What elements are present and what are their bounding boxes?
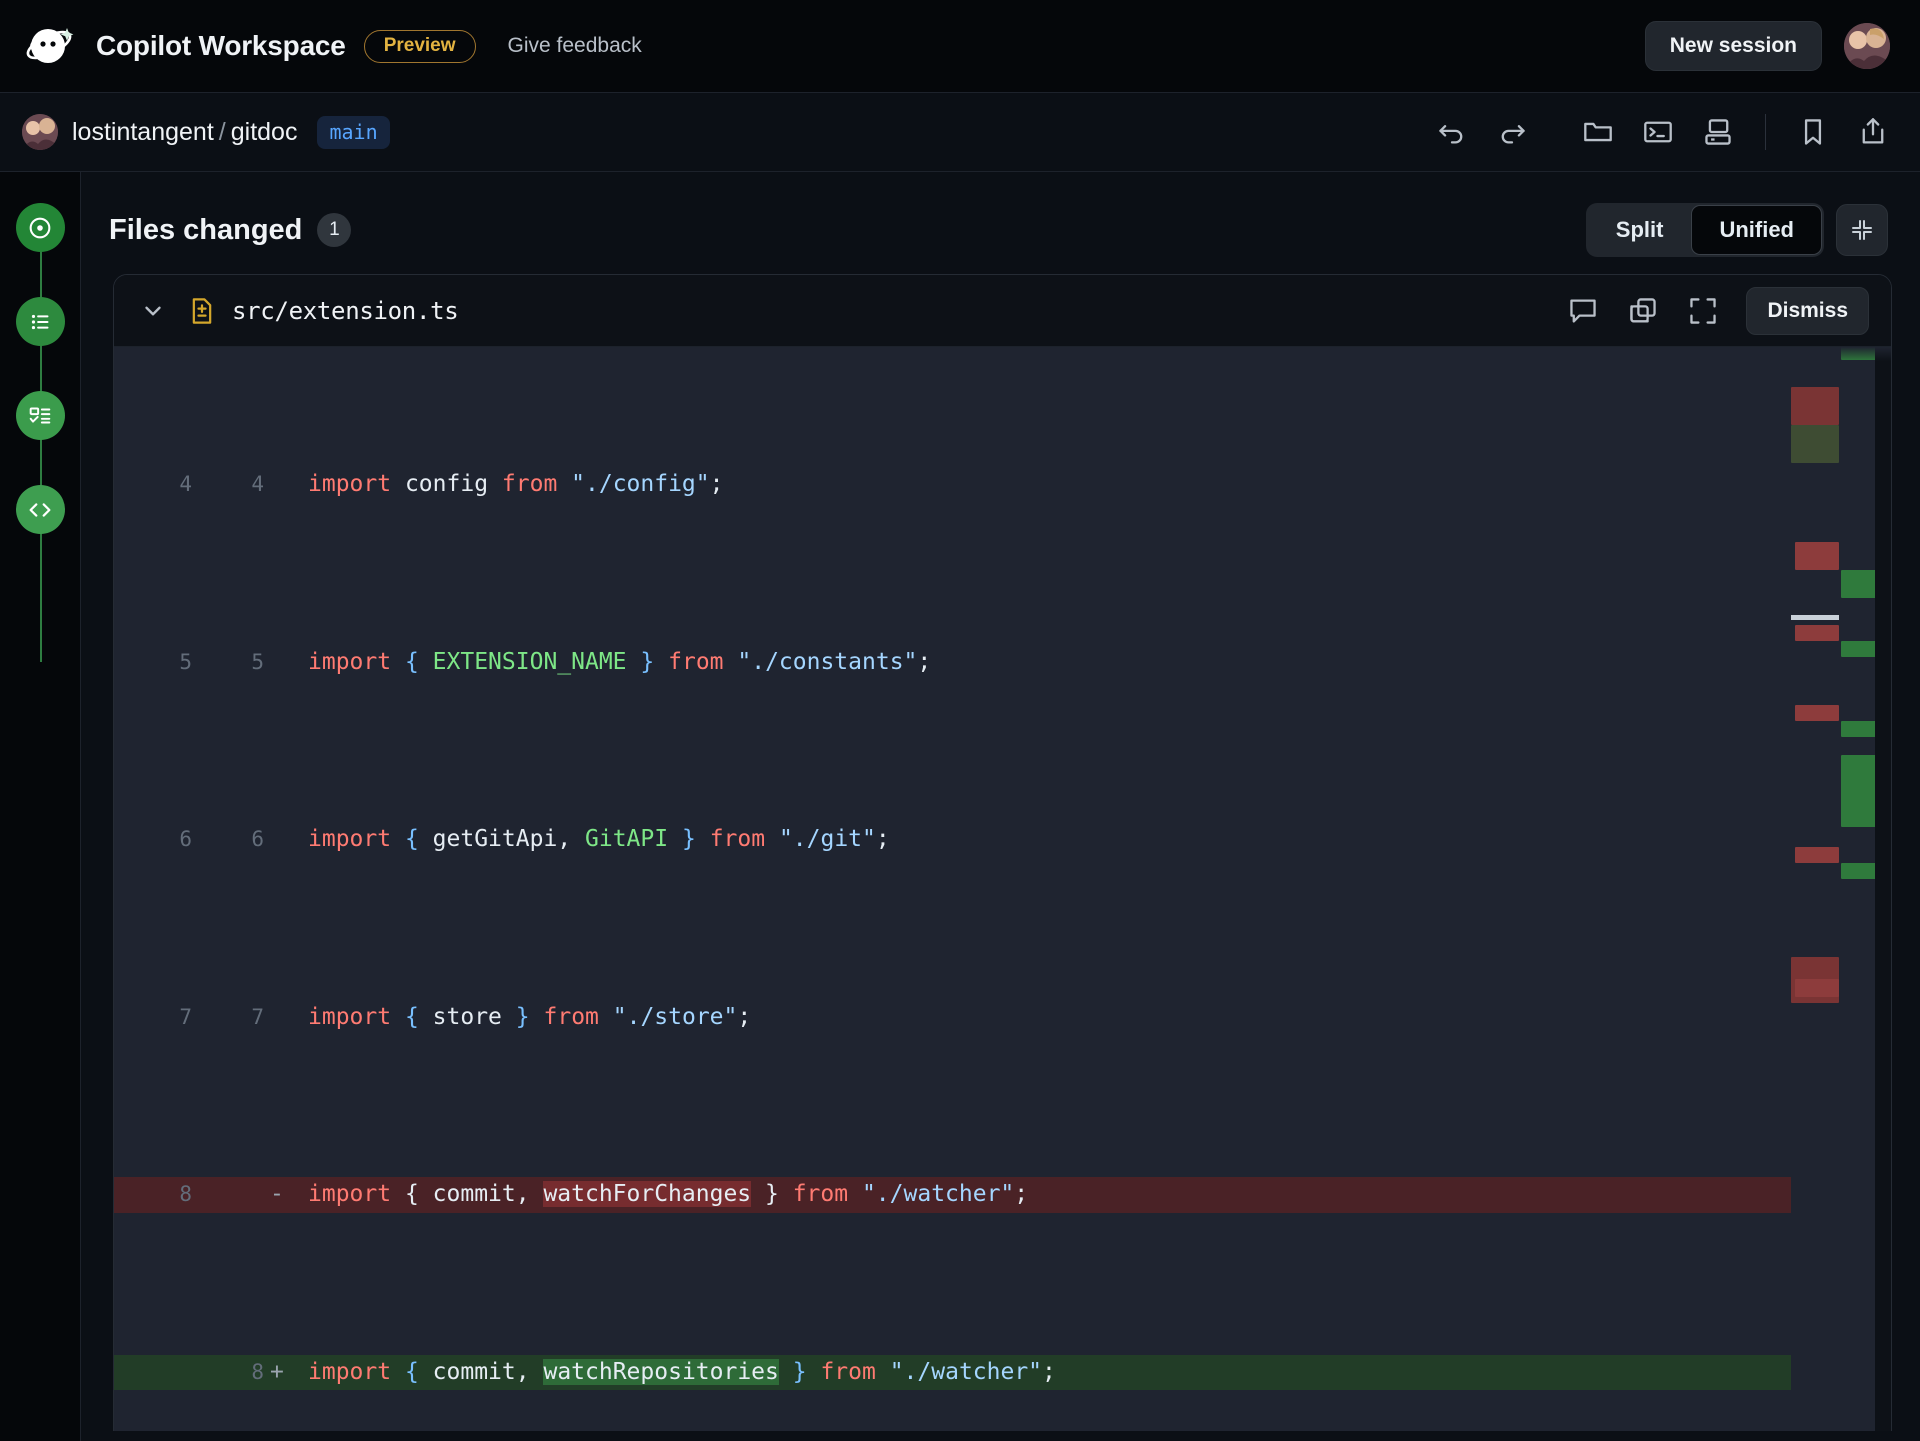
- bookmark-icon[interactable]: [1796, 115, 1830, 149]
- diff-code-area[interactable]: 4 4 import config from "./config"; 5 5: [114, 347, 1891, 1440]
- repo-owner-avatar: [22, 114, 58, 150]
- table-row[interactable]: 6 6 import { getGitApi, GitAPI } from ".…: [114, 822, 1891, 858]
- indent-guide: [288, 822, 302, 858]
- diff-sign: [264, 645, 288, 681]
- panel-bottom-edge: [81, 1431, 1920, 1441]
- split-unified-segment: Split Unified: [1586, 203, 1824, 257]
- user-avatar[interactable]: [1844, 23, 1890, 69]
- line-number-old: 4: [114, 467, 192, 503]
- session-steps-rail: [0, 172, 81, 1441]
- give-feedback-link[interactable]: Give feedback: [508, 34, 642, 58]
- repo-title: gitdoc: [231, 118, 298, 146]
- line-number-new: 7: [192, 1000, 264, 1036]
- code-line[interactable]: import { EXTENSION_NAME } from "./consta…: [302, 645, 1891, 681]
- breadcrumb-separator: /: [219, 118, 226, 146]
- indent-guide: [288, 645, 302, 681]
- folder-icon[interactable]: [1581, 115, 1615, 149]
- diff-scroll-container[interactable]: 4 4 import config from "./config"; 5 5: [114, 347, 1891, 1440]
- workspace-body: Files changed 1 Split Unified: [0, 172, 1920, 1441]
- repo-owner: lostintangent: [72, 118, 214, 146]
- diff-line-list: 4 4 import config from "./config"; 5 5: [114, 347, 1891, 1440]
- chevron-down-icon[interactable]: [140, 298, 166, 324]
- files-count-badge: 1: [317, 213, 351, 247]
- diff-card: src/extension.ts: [113, 274, 1892, 1441]
- copilot-planet-logo: [22, 18, 78, 74]
- tab-unified[interactable]: Unified: [1691, 205, 1822, 255]
- sidebar-step-code[interactable]: [16, 485, 65, 534]
- new-session-button[interactable]: New session: [1645, 21, 1822, 71]
- comment-icon[interactable]: [1566, 294, 1600, 328]
- diff-sign: +: [264, 1355, 288, 1391]
- sidebar-step-goal[interactable]: [16, 203, 65, 252]
- files-changed-header: Files changed 1 Split Unified: [81, 172, 1920, 258]
- diff-file-header: src/extension.ts: [114, 275, 1891, 347]
- code-line[interactable]: import { commit, watchRepositories } fro…: [302, 1355, 1891, 1391]
- rail-connector: [40, 220, 42, 662]
- line-number-new: 8: [192, 1355, 264, 1391]
- diff-sign: [264, 822, 288, 858]
- code-line[interactable]: import { commit, watchForChanges } from …: [302, 1177, 1891, 1213]
- copy-icon[interactable]: [1626, 294, 1660, 328]
- file-modified-icon: [188, 297, 216, 325]
- files-changed-panel: Files changed 1 Split Unified: [81, 172, 1920, 1441]
- line-number-old: 6: [114, 822, 192, 858]
- indent-guide: [288, 1355, 302, 1391]
- table-row[interactable]: 5 5 import { EXTENSION_NAME } from "./co…: [114, 645, 1891, 681]
- table-row[interactable]: 8 - import { commit, watchForChanges } f…: [114, 1177, 1891, 1213]
- diff-sign: [264, 1000, 288, 1036]
- diff-sign: [264, 467, 288, 503]
- code-line[interactable]: import config from "./config";: [302, 467, 1891, 503]
- line-number-old: [114, 1355, 192, 1391]
- table-row[interactable]: 7 7 import { store } from "./store";: [114, 1000, 1891, 1036]
- line-number-new: 4: [192, 467, 264, 503]
- indent-guide: [288, 1177, 302, 1213]
- repo-toolbar: [1435, 114, 1890, 150]
- sidebar-step-spec[interactable]: [16, 297, 65, 346]
- line-number-new: 5: [192, 645, 264, 681]
- tab-split[interactable]: Split: [1588, 205, 1692, 255]
- app-header: Copilot Workspace Preview Give feedback …: [0, 0, 1920, 93]
- table-row[interactable]: 4 4 import config from "./config";: [114, 467, 1891, 503]
- diff-file-path[interactable]: src/extension.ts: [232, 297, 458, 325]
- app-title: Copilot Workspace: [96, 30, 346, 62]
- line-number-old: 7: [114, 1000, 192, 1036]
- line-number-old: 8: [114, 1177, 192, 1213]
- line-number-new: 6: [192, 822, 264, 858]
- terminal-icon[interactable]: [1641, 115, 1675, 149]
- branch-badge[interactable]: main: [317, 116, 389, 149]
- expand-icon[interactable]: [1686, 294, 1720, 328]
- codespace-icon[interactable]: [1701, 115, 1735, 149]
- repo-breadcrumb[interactable]: lostintangent/gitdoc: [72, 118, 297, 147]
- page-title: Files changed: [109, 214, 302, 247]
- toolbar-divider: [1765, 114, 1766, 150]
- collapse-all-icon[interactable]: [1836, 204, 1888, 256]
- indent-guide: [288, 467, 302, 503]
- code-line[interactable]: import { store } from "./store";: [302, 1000, 1891, 1036]
- sidebar-step-plan[interactable]: [16, 391, 65, 440]
- line-number-old: 5: [114, 645, 192, 681]
- undo-icon[interactable]: [1435, 115, 1469, 149]
- indent-guide: [288, 1000, 302, 1036]
- table-row[interactable]: 8 + import { commit, watchRepositories }…: [114, 1355, 1891, 1391]
- header-actions: New session: [1645, 21, 1890, 71]
- share-icon[interactable]: [1856, 115, 1890, 149]
- diff-actions: Dismiss: [1566, 287, 1869, 335]
- repo-bar: lostintangent/gitdoc main: [0, 93, 1920, 172]
- diff-sign: -: [264, 1177, 288, 1213]
- preview-badge: Preview: [364, 30, 476, 63]
- line-number-new: [192, 1177, 264, 1213]
- dismiss-button[interactable]: Dismiss: [1746, 287, 1869, 335]
- code-line[interactable]: import { getGitApi, GitAPI } from "./git…: [302, 822, 1891, 858]
- redo-icon[interactable]: [1495, 115, 1529, 149]
- view-mode-toggle: Split Unified: [1586, 203, 1888, 257]
